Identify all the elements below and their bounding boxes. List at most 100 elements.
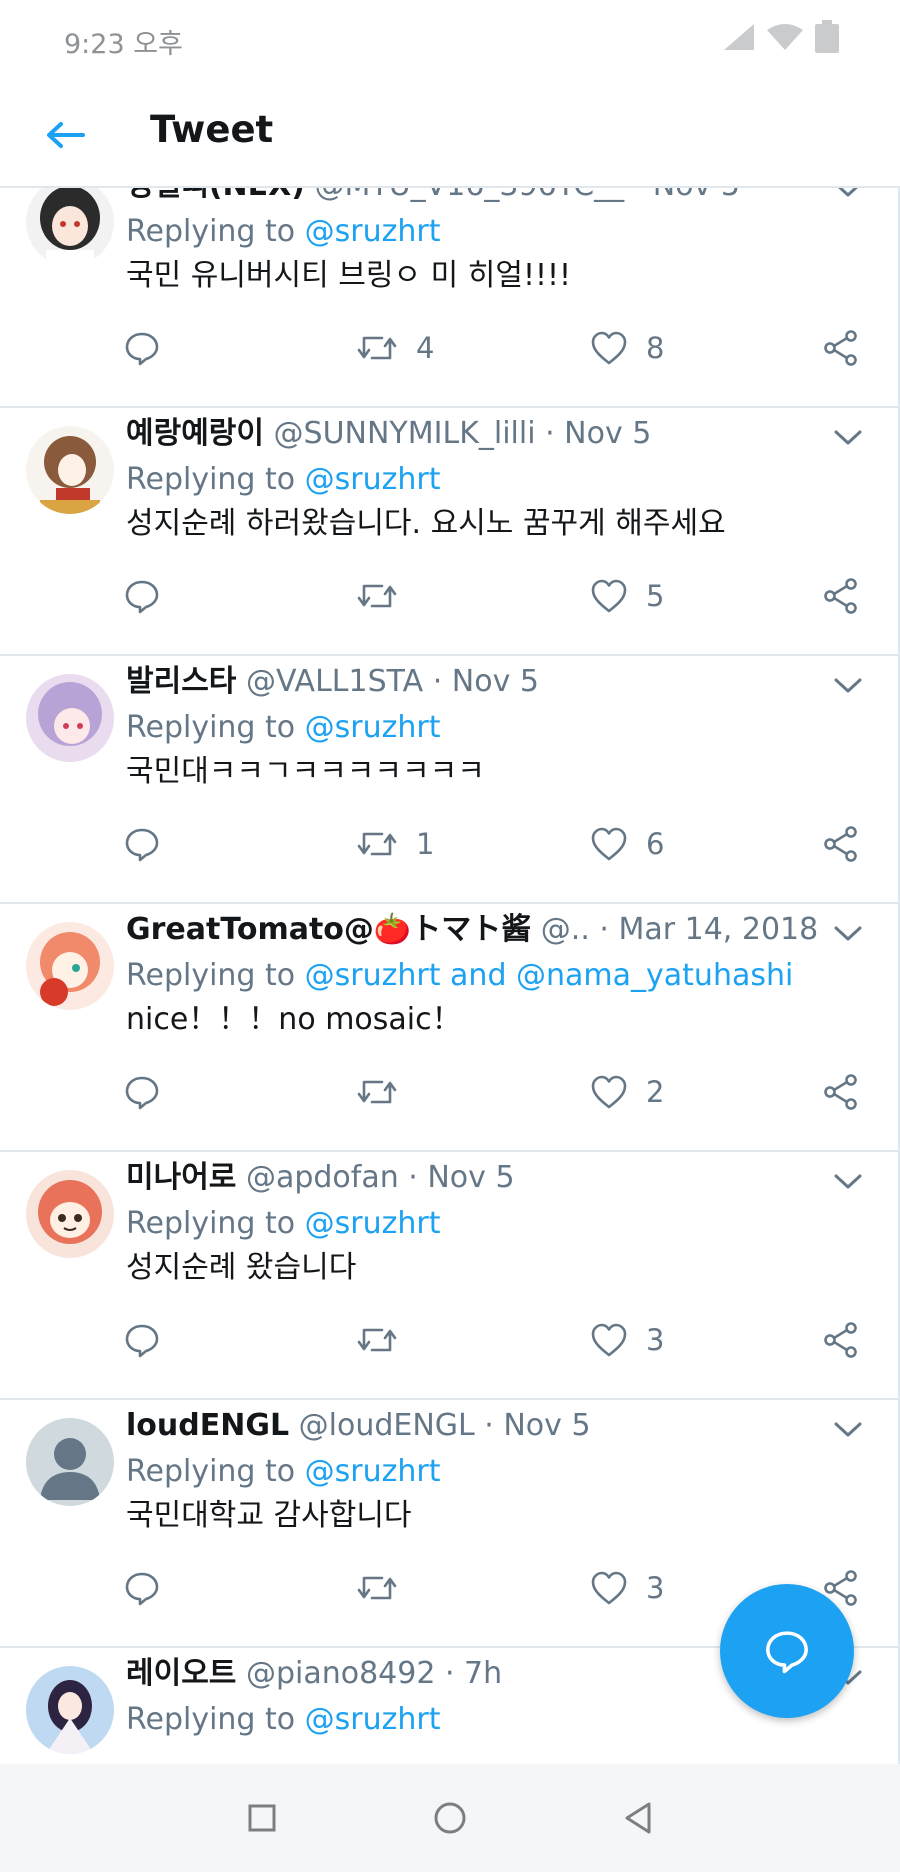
tweet-header: GreatTomato@🍅トマト酱 @.. · Mar 14, 2018	[126, 910, 826, 950]
avatar[interactable]	[26, 1666, 114, 1754]
retweet-icon	[357, 584, 397, 608]
tweet-item[interactable]: 명철띠(NEX) @MTU_V16_396TC__ · Nov 5 Replyi…	[0, 188, 900, 408]
share-button[interactable]	[822, 320, 860, 376]
replying-to: Replying to @sruzhrt	[126, 1700, 441, 1740]
tweet-actions: 4 8	[0, 320, 900, 376]
mention-link[interactable]: @sruzhrt and @nama_yatuhashi	[305, 958, 794, 993]
heart-icon	[591, 1075, 627, 1109]
tweet-item[interactable]: 예랑예랑이 @SUNNYMILK_lilli · Nov 5 Replying …	[0, 408, 900, 656]
avatar[interactable]	[26, 1418, 114, 1506]
replying-to: Replying to @sruzhrt and @nama_yatuhashi	[126, 956, 793, 996]
retweet-button[interactable]	[356, 1064, 416, 1120]
chevron-down-icon[interactable]	[830, 188, 866, 204]
chevron-down-icon[interactable]	[830, 422, 866, 452]
like-button[interactable]: 6	[590, 816, 664, 872]
like-count: 8	[646, 331, 665, 365]
retweet-button[interactable]: 1	[356, 816, 434, 872]
reply-button[interactable]	[124, 1312, 160, 1368]
user-handle[interactable]: @VALL1STA	[246, 664, 423, 699]
share-button[interactable]	[822, 816, 860, 872]
display-name[interactable]: GreatTomato@🍅トマト酱	[126, 912, 531, 947]
tweet-header: 명철띠(NEX) @MTU_V16_396TC__ · Nov 5	[126, 188, 826, 206]
mention-link[interactable]: @sruzhrt	[305, 1702, 441, 1737]
tweet-text: 국민 유니버시티 브링ㅇ 미 히얼!!!!	[126, 258, 572, 293]
retweet-button[interactable]	[356, 1312, 416, 1368]
replying-to: Replying to @sruzhrt	[126, 1204, 441, 1244]
reply-bubble-icon	[125, 828, 159, 862]
like-button[interactable]: 5	[590, 568, 664, 624]
like-button[interactable]: 3	[590, 1560, 664, 1616]
tweet-date: · Nov 5	[484, 1408, 591, 1443]
chevron-down-icon[interactable]	[830, 1166, 866, 1196]
avatar[interactable]	[26, 922, 114, 1010]
tweet-date: · Nov 5	[634, 188, 740, 203]
reply-button[interactable]	[124, 816, 160, 872]
retweet-count: 4	[416, 331, 435, 365]
reply-button[interactable]	[124, 1064, 160, 1120]
like-count: 5	[646, 579, 665, 613]
reply-button[interactable]	[124, 320, 160, 376]
user-handle[interactable]: @SUNNYMILK_lilli	[274, 416, 536, 451]
reply-button[interactable]	[124, 568, 160, 624]
retweet-icon	[357, 1328, 397, 1352]
chevron-down-icon[interactable]	[830, 670, 866, 700]
back-button[interactable]	[40, 110, 90, 160]
replying-to-label: Replying to	[126, 958, 305, 993]
share-button[interactable]	[822, 1064, 860, 1120]
replying-to: Replying to @sruzhrt	[126, 212, 441, 252]
heart-icon	[591, 331, 627, 365]
recents-button[interactable]	[236, 1792, 288, 1844]
replying-to: Replying to @sruzhrt	[126, 708, 441, 748]
user-handle[interactable]: @loudENGL	[299, 1408, 475, 1443]
display-name[interactable]: 명철띠(NEX)	[126, 188, 305, 203]
chevron-down-icon[interactable]	[830, 1414, 866, 1444]
reply-button[interactable]	[124, 1560, 160, 1616]
heart-icon	[591, 1571, 627, 1605]
display-name[interactable]: 예랑예랑이	[126, 416, 264, 451]
home-button[interactable]	[424, 1792, 476, 1844]
share-button[interactable]	[822, 1312, 860, 1368]
like-button[interactable]: 2	[590, 1064, 664, 1120]
tweet-header: loudENGL @loudENGL · Nov 5	[126, 1406, 826, 1446]
replying-to: Replying to @sruzhrt	[126, 1452, 441, 1492]
tweet-date: · 7h	[444, 1656, 503, 1691]
user-handle[interactable]: @piano8492	[246, 1656, 435, 1691]
tweet-actions: 1 6	[0, 816, 900, 872]
mention-link[interactable]: @sruzhrt	[305, 1206, 441, 1241]
mention-link[interactable]: @sruzhrt	[305, 462, 441, 497]
back-nav-button[interactable]	[612, 1792, 664, 1844]
user-handle[interactable]: @MTU_V16_396TC__	[315, 188, 625, 203]
display-name[interactable]: 발리스타	[126, 664, 236, 699]
like-button[interactable]: 3	[590, 1312, 664, 1368]
reply-bubble-icon	[125, 1324, 159, 1358]
tweet-header: 발리스타 @VALL1STA · Nov 5	[126, 662, 826, 702]
tweet-text: 국민대ㅋㅋㄱㅋㅋㅋㅋㅋㅋㅋ	[126, 754, 485, 789]
mention-link[interactable]: @sruzhrt	[305, 1454, 441, 1489]
mention-link[interactable]: @sruzhrt	[305, 214, 441, 249]
avatar[interactable]	[26, 1170, 114, 1258]
retweet-icon	[357, 1576, 397, 1600]
chevron-down-icon[interactable]	[830, 918, 866, 948]
share-icon	[824, 330, 857, 366]
display-name[interactable]: 미나어로	[126, 1160, 236, 1195]
avatar[interactable]	[26, 426, 114, 514]
tweet-item[interactable]: GreatTomato@🍅トマト酱 @.. · Mar 14, 2018 Rep…	[0, 904, 900, 1152]
tweet-item[interactable]: 발리스타 @VALL1STA · Nov 5 Replying to @sruz…	[0, 656, 900, 904]
tweet-item[interactable]: 미나어로 @apdofan · Nov 5 Replying to @sruzh…	[0, 1152, 900, 1400]
mention-link[interactable]: @sruzhrt	[305, 710, 441, 745]
user-handle[interactable]: @..	[541, 912, 590, 947]
share-button[interactable]	[822, 568, 860, 624]
like-button[interactable]: 8	[590, 320, 664, 376]
retweet-icon	[357, 832, 397, 856]
user-handle[interactable]: @apdofan	[246, 1160, 399, 1195]
display-name[interactable]: 레이오트	[126, 1656, 236, 1691]
avatar[interactable]	[26, 674, 114, 762]
compose-reply-button[interactable]	[720, 1584, 854, 1718]
retweet-button[interactable]: 4	[356, 320, 434, 376]
triangle-back-icon	[625, 1802, 651, 1834]
square-icon	[248, 1804, 276, 1832]
retweet-button[interactable]	[356, 568, 416, 624]
retweet-button[interactable]	[356, 1560, 416, 1616]
avatar[interactable]	[26, 188, 114, 266]
display-name[interactable]: loudENGL	[126, 1408, 289, 1443]
